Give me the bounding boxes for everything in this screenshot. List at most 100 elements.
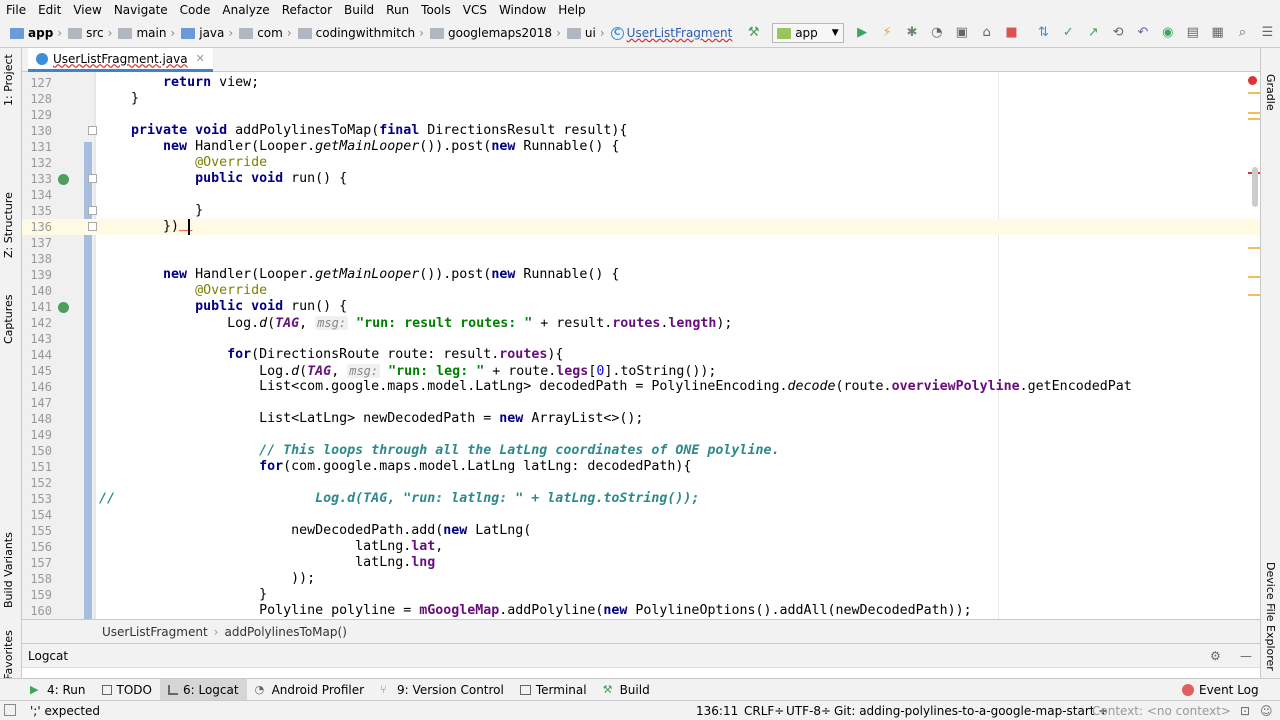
vcs-update-icon[interactable]: ✓ <box>1061 25 1076 41</box>
chevron-right-icon: › <box>213 624 219 639</box>
code-line: 154 <box>30 508 52 522</box>
nav-crumb-src[interactable]: src › <box>68 26 116 40</box>
code-line: 143 <box>30 332 52 346</box>
breadcrumb-class[interactable]: UserListFragment <box>22 625 208 639</box>
tool-tab-project[interactable]: 1: Project <box>2 54 15 106</box>
override-marker-icon[interactable] <box>58 174 69 185</box>
menu-run[interactable]: Run <box>380 3 415 17</box>
caret-position[interactable]: 136:11 <box>696 704 738 718</box>
coverage-icon[interactable]: ▣ <box>954 25 969 41</box>
code-line: 137 <box>30 236 52 250</box>
run-config-select[interactable]: app ▼ <box>772 23 844 43</box>
nav-crumb-com[interactable]: com › <box>239 26 295 40</box>
toolwindow-profiler[interactable]: ◔ Android Profiler <box>247 679 372 701</box>
menu-file[interactable]: File <box>0 3 32 17</box>
inspector-icon[interactable]: ☺ <box>1260 704 1273 718</box>
profile-icon[interactable]: ◔ <box>929 25 944 41</box>
fold-icon[interactable] <box>88 174 97 183</box>
folder-icon <box>566 27 581 39</box>
menu-refactor[interactable]: Refactor <box>276 3 338 17</box>
fold-icon[interactable] <box>88 222 97 231</box>
warning-marker[interactable] <box>1248 112 1260 114</box>
folder-icon <box>239 27 254 39</box>
logcat-icon <box>167 684 178 695</box>
warning-marker[interactable] <box>1248 294 1260 296</box>
vcs-history-icon[interactable]: ⟲ <box>1111 25 1126 41</box>
warning-marker[interactable] <box>1248 92 1260 94</box>
stop-icon[interactable]: ■ <box>1004 25 1019 41</box>
code-line: 158 )); <box>30 571 316 586</box>
toolwindow-todo[interactable]: TODO <box>94 679 160 701</box>
todo-icon <box>101 684 112 695</box>
gear-icon[interactable]: ⚙ <box>1210 649 1221 663</box>
run-icon: ▶ <box>30 682 39 696</box>
right-tool-strip: Gradle Device File Explorer <box>1260 48 1280 678</box>
tool-tab-captures[interactable]: Captures <box>2 295 15 344</box>
nav-crumb-codingwithmitch[interactable]: codingwithmitch › <box>297 26 428 40</box>
editor-scrollbar[interactable] <box>1252 167 1258 207</box>
menu-navigate[interactable]: Navigate <box>108 3 174 17</box>
lock-icon[interactable]: ⊡ <box>1240 704 1250 718</box>
chevron-right-icon: › <box>57 26 63 40</box>
warning-marker[interactable] <box>1248 118 1260 120</box>
java-class-icon <box>36 52 48 65</box>
toolwindow-run[interactable]: ▶ 4: Run <box>22 679 94 701</box>
editor-tab-userlistfragment[interactable]: UserListFragment.java ✕ <box>28 48 213 72</box>
file-encoding[interactable]: UTF-8÷ <box>786 704 831 718</box>
nav-crumb-userlistfragment[interactable]: C UserListFragment <box>610 26 732 40</box>
tool-tab-device-file-explorer[interactable]: Device File Explorer <box>1264 562 1277 671</box>
tool-tab-build-variants[interactable]: Build Variants <box>2 532 15 608</box>
code-line: 139 new Handler(Looper.getMainLooper()).… <box>30 267 620 282</box>
menu-view[interactable]: View <box>67 3 107 17</box>
attach-debugger-icon[interactable]: ⌂ <box>979 25 994 41</box>
menu-window[interactable]: Window <box>493 3 552 17</box>
tool-tab-gradle[interactable]: Gradle <box>1264 74 1277 111</box>
error-indicator-icon[interactable] <box>1248 76 1257 85</box>
menu-tools[interactable]: Tools <box>415 3 457 17</box>
menu-code[interactable]: Code <box>174 3 217 17</box>
avd-manager-icon[interactable]: ◉ <box>1160 25 1175 41</box>
menu-vcs[interactable]: VCS <box>457 3 493 17</box>
more-icon[interactable]: ☰ <box>1260 25 1275 41</box>
close-icon[interactable]: ✕ <box>196 52 205 65</box>
override-marker-icon[interactable] <box>58 302 69 313</box>
nav-crumb-ui[interactable]: ui › <box>566 26 609 40</box>
nav-crumb-java[interactable]: java › <box>181 26 237 40</box>
apply-changes-icon[interactable]: ⚡ <box>880 25 895 41</box>
minimize-icon[interactable]: — <box>1240 649 1252 663</box>
menu-edit[interactable]: Edit <box>32 3 67 17</box>
sdk-manager-icon[interactable]: ▤ <box>1185 25 1200 41</box>
toolwindow-terminal[interactable]: Terminal <box>512 679 595 701</box>
code-line: 130 private void addPolylinesToMap(final… <box>30 123 628 138</box>
layout-inspector-icon[interactable]: ▦ <box>1210 25 1225 41</box>
vcs-commit-icon[interactable]: ↗ <box>1086 25 1101 41</box>
toolwindow-logcat[interactable]: 6: Logcat <box>159 678 247 701</box>
breadcrumb-method[interactable]: addPolylinesToMap() <box>224 625 346 639</box>
code-line: 142 Log.d(TAG, msg: "run: result routes:… <box>30 316 733 331</box>
toolwindow-build[interactable]: ⚒ Build <box>595 679 658 701</box>
sync-icon[interactable]: ⇅ <box>1036 25 1051 41</box>
code-line: 153// Log.d(TAG, "run: latlng: " + latLn… <box>30 491 700 506</box>
search-icon[interactable]: ⌕ <box>1235 25 1250 41</box>
toolwindow-version-control[interactable]: ⑂ 9: Version Control <box>372 679 512 701</box>
debug-icon[interactable]: ✱ <box>905 25 920 41</box>
run-icon[interactable]: ▶ <box>855 25 870 41</box>
chevron-right-icon: › <box>107 26 113 40</box>
menu-analyze[interactable]: Analyze <box>216 3 275 17</box>
tool-tab-structure[interactable]: Z: Structure <box>2 192 15 258</box>
git-branch[interactable]: Git: adding-polylines-to-a-google-map-st… <box>834 704 1108 718</box>
code-editor[interactable]: 127 return view; 128 } 129 130 private v… <box>22 72 1260 619</box>
nav-crumb-project[interactable]: app › <box>10 26 66 40</box>
fold-icon[interactable] <box>88 206 97 215</box>
menu-build[interactable]: Build <box>338 3 380 17</box>
fold-icon[interactable] <box>88 126 97 135</box>
warning-marker[interactable] <box>1248 276 1260 278</box>
warning-marker[interactable] <box>1248 247 1260 249</box>
menu-help[interactable]: Help <box>552 3 591 17</box>
toolwindow-event-log[interactable]: Event Log <box>1174 679 1267 701</box>
nav-crumb-main[interactable]: main › <box>118 26 179 40</box>
nav-crumb-googlemaps2018[interactable]: googlemaps2018 › <box>429 26 565 40</box>
undo-icon[interactable]: ↶ <box>1136 25 1151 41</box>
line-separator[interactable]: CRLF÷ <box>744 704 784 718</box>
hammer-icon[interactable]: ⚒ <box>746 25 761 41</box>
